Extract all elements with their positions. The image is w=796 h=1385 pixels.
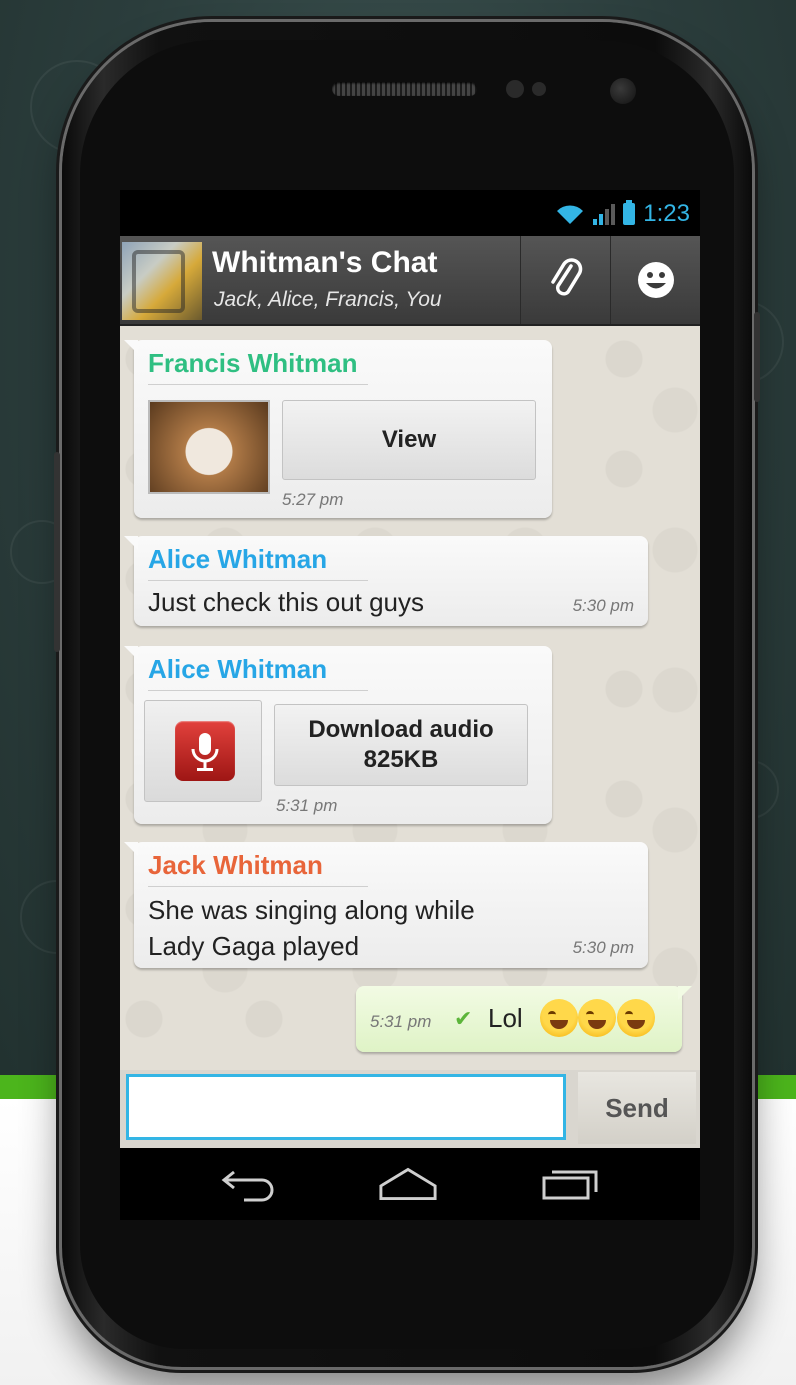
chat-header: Whitman's Chat Jack, Alice, Francis, You [120, 236, 700, 326]
recents-button[interactable] [540, 1162, 600, 1206]
volume-button [54, 452, 60, 652]
back-button[interactable] [218, 1162, 278, 1206]
status-bar: 1:23 [120, 190, 700, 236]
view-button[interactable]: View [282, 400, 536, 480]
divider [148, 690, 368, 691]
message-text-line: She was singing along while [148, 895, 475, 925]
battery-icon [623, 200, 636, 225]
signal-icon [593, 203, 616, 225]
message-text: Just check this out guys [148, 587, 425, 617]
emoji-button[interactable] [610, 236, 700, 324]
power-button [754, 312, 760, 402]
composer-bar: Send [120, 1070, 700, 1148]
message-bubble-text: Jack Whitman She was singing along while… [124, 842, 648, 968]
wifi-icon [555, 203, 585, 225]
microphone-icon [175, 721, 235, 781]
send-button[interactable]: Send [578, 1072, 696, 1144]
delivered-check-icon: ✔ [454, 1006, 473, 1031]
earpiece-speaker [332, 82, 477, 96]
download-audio-button[interactable]: Download audio 825KB [274, 704, 528, 786]
sender-name: Francis Whitman [148, 348, 358, 378]
divider [148, 886, 368, 887]
emoji-row [540, 999, 655, 1037]
download-audio-label: Download audio [308, 716, 494, 743]
message-input[interactable] [126, 1074, 566, 1140]
face-with-tears-of-joy-icon [578, 999, 617, 1037]
sender-name: Jack Whitman [148, 850, 323, 880]
message-text: She was singing along while Lady Gaga pl… [148, 892, 475, 964]
message-time: 5:31 pm [276, 796, 338, 815]
audio-tile[interactable] [144, 700, 262, 802]
message-bubble-image: Francis Whitman View 5:27 pm [124, 340, 552, 518]
message-text: Lol [488, 1003, 523, 1033]
message-bubble-outgoing: 5:31 pm ✔ Lol [356, 986, 692, 1052]
status-icons: 1:23 [555, 200, 690, 228]
message-time: 5:30 pm [572, 596, 634, 615]
chat-participants: Jack, Alice, Francis, You [214, 288, 442, 311]
image-thumbnail[interactable] [148, 400, 270, 494]
proximity-sensor [506, 80, 524, 98]
home-button[interactable] [378, 1162, 438, 1206]
smiley-icon [638, 262, 674, 298]
chat-title[interactable]: Whitman's Chat [212, 246, 437, 280]
front-camera [610, 78, 636, 104]
paperclip-icon [551, 258, 583, 296]
status-time: 1:23 [643, 200, 690, 227]
message-list[interactable]: Francis Whitman View 5:27 pm Alice Whitm… [120, 326, 700, 1070]
home-icon [379, 1167, 437, 1200]
message-time: 5:27 pm [282, 490, 344, 509]
face-with-tears-of-joy-icon [616, 999, 655, 1037]
message-text-line: Lady Gaga played [148, 931, 360, 961]
message-time: 5:30 pm [572, 938, 634, 957]
divider [148, 580, 368, 581]
audio-size: 825KB [363, 746, 439, 773]
face-with-tears-of-joy-icon [540, 999, 578, 1037]
group-avatar[interactable] [122, 242, 202, 320]
message-bubble-text: Alice Whitman Just check this out guys 5… [124, 536, 648, 626]
sender-name: Alice Whitman [148, 654, 328, 684]
light-sensor [532, 82, 546, 96]
attach-button[interactable] [520, 236, 611, 324]
message-bubble-audio: Alice Whitman Download audio 825KB 5:31 … [124, 646, 552, 824]
navigation-bar [120, 1148, 700, 1220]
divider [148, 384, 368, 385]
phone-screen: 1:23 Whitman's Chat Jack, Alice, Francis… [120, 190, 700, 1220]
back-icon [221, 1170, 274, 1202]
message-time: 5:31 pm [370, 1012, 432, 1031]
sender-name: Alice Whitman [148, 544, 328, 574]
recents-icon [542, 1170, 598, 1200]
